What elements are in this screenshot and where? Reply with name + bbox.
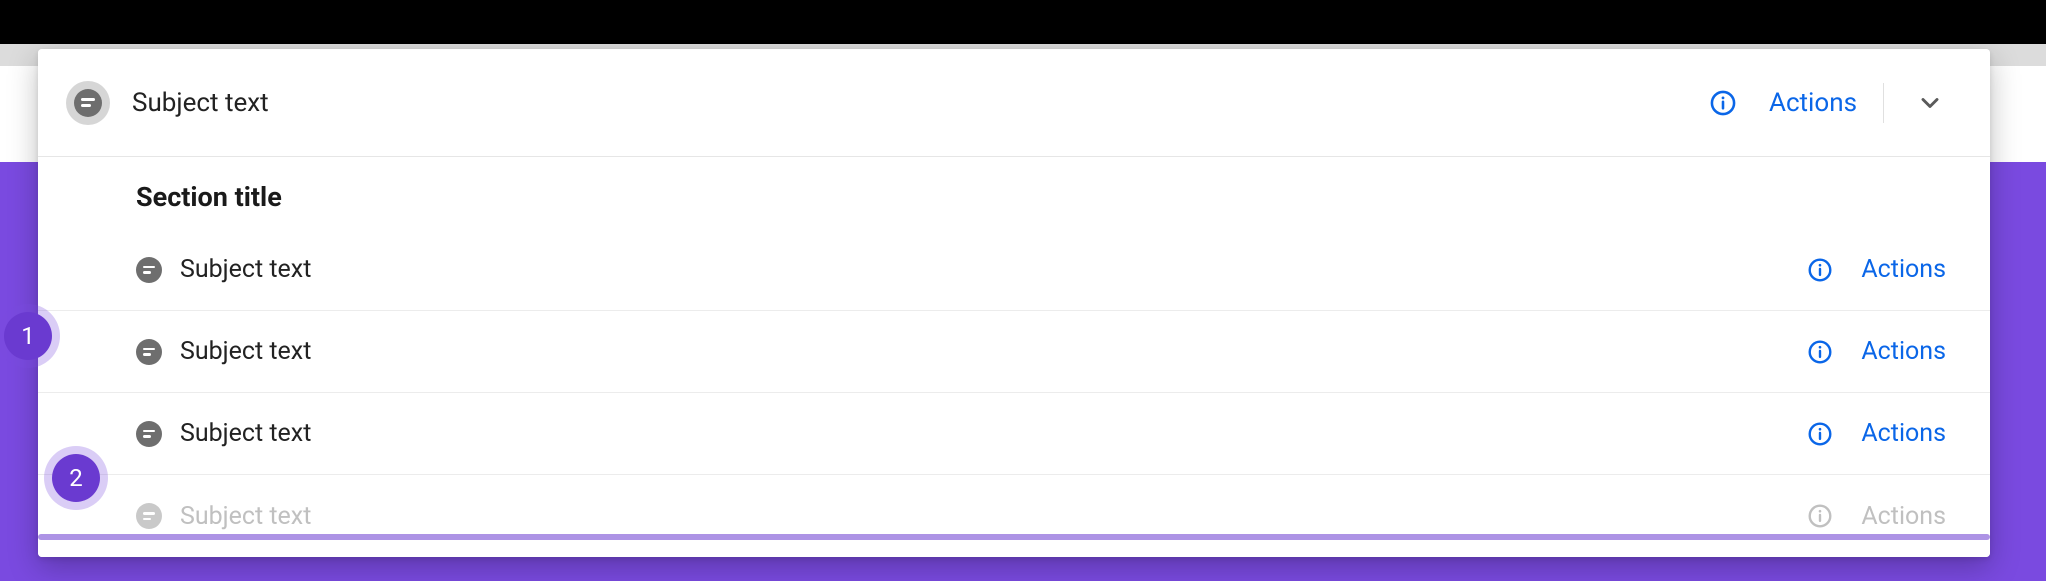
subject-text-icon: [136, 421, 162, 447]
callout-number: 2: [69, 464, 83, 492]
card-shadow-bar: [38, 534, 1990, 540]
info-icon[interactable]: [1803, 253, 1837, 287]
list-item[interactable]: Subject text Actions: [38, 475, 1990, 557]
card-header: Subject text Actions: [38, 49, 1990, 157]
list-item-label: Subject text: [180, 502, 311, 531]
info-icon[interactable]: [1705, 85, 1741, 121]
actions-link[interactable]: Actions: [1861, 255, 1946, 284]
subject-text-icon: [136, 503, 162, 529]
list-item-actions: Actions: [1803, 499, 1946, 533]
info-icon[interactable]: [1803, 499, 1837, 533]
actions-link[interactable]: Actions: [1861, 502, 1946, 531]
list-item-actions: Actions: [1803, 253, 1946, 287]
list-item[interactable]: Subject text Actions: [38, 229, 1990, 311]
info-icon[interactable]: [1803, 335, 1837, 369]
header-subject-text: Subject text: [132, 88, 269, 118]
callout-badge-2: 2: [52, 454, 100, 502]
list-item-actions: Actions: [1803, 417, 1946, 451]
top-black-band: [0, 0, 2046, 44]
subject-text-icon: [74, 89, 102, 117]
header-separator: [1883, 83, 1884, 123]
list-item[interactable]: Subject text Actions: [38, 393, 1990, 475]
list-item-actions: Actions: [1803, 335, 1946, 369]
list-item[interactable]: Subject text Actions: [38, 311, 1990, 393]
list-item-label: Subject text: [180, 255, 311, 284]
section-title: Section title: [38, 181, 1990, 229]
section: Section title Subject text Actions Subje…: [38, 157, 1990, 557]
chevron-down-icon: [1916, 89, 1944, 117]
collapse-toggle[interactable]: [1910, 83, 1950, 123]
actions-link[interactable]: Actions: [1861, 337, 1946, 366]
actions-link[interactable]: Actions: [1769, 88, 1857, 118]
actions-link[interactable]: Actions: [1861, 419, 1946, 448]
subject-text-icon: [136, 339, 162, 365]
callout-badge-1: 1: [4, 312, 52, 360]
expandable-card: Subject text Actions Section title: [38, 49, 1990, 557]
list-item-label: Subject text: [180, 419, 311, 448]
header-actions-group: Actions: [1705, 83, 1950, 123]
callout-number: 1: [21, 322, 35, 350]
subject-big-icon-ring: [66, 81, 110, 125]
subject-text-icon: [136, 257, 162, 283]
list-item-label: Subject text: [180, 337, 311, 366]
info-icon[interactable]: [1803, 417, 1837, 451]
